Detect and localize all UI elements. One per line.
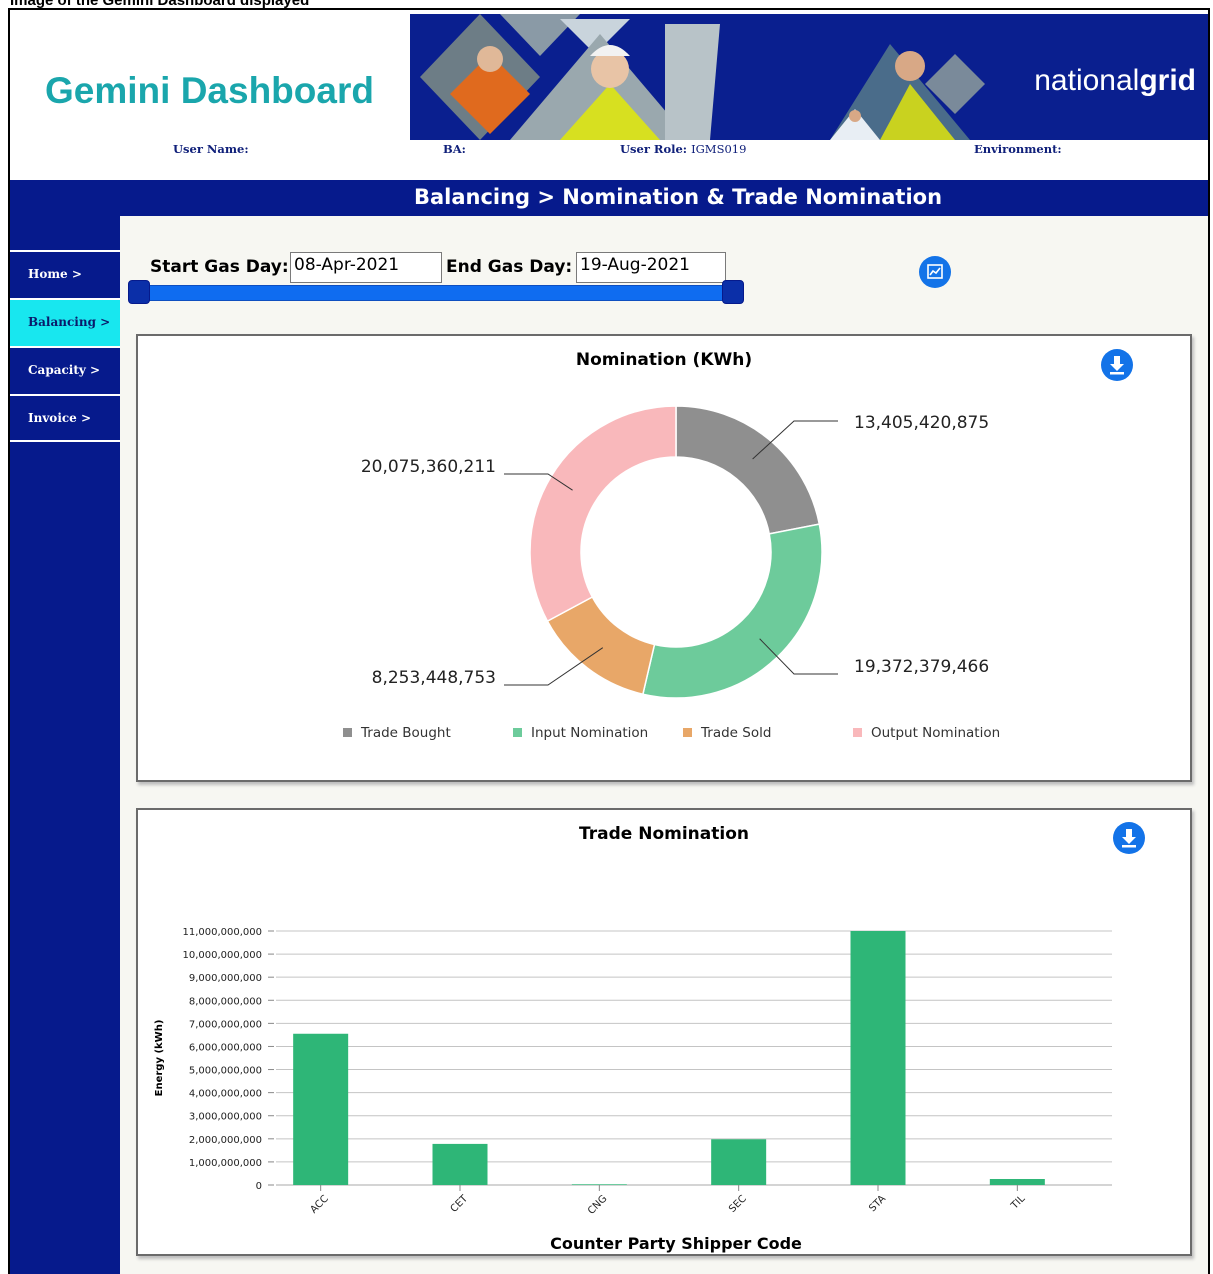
bar-cng xyxy=(571,1184,627,1185)
app-header: Gemini Dashboard nationalgrid User Name:… xyxy=(10,10,1208,178)
page-title: Balancing > Nomination & Trade Nominatio… xyxy=(413,185,943,209)
y-axis-title: Energy (kWh) xyxy=(154,1020,165,1097)
banner-photo-collage xyxy=(420,14,985,140)
bar-acc xyxy=(293,1033,349,1185)
ba-field: BA: xyxy=(443,142,466,156)
y-tick-label: 11,000,000,000 xyxy=(182,927,262,938)
sidebar-item-invoice[interactable]: Invoice > xyxy=(10,394,120,442)
page-heading-bar: Balancing > Nomination & Trade Nominatio… xyxy=(10,180,1208,216)
donut-slice-output-nomination xyxy=(529,405,677,623)
start-gas-day-input[interactable]: 08-Apr-2021 xyxy=(290,252,442,283)
bar-sta xyxy=(850,931,906,1185)
start-gas-day-label: Start Gas Day: xyxy=(150,257,289,277)
y-tick-label: 2,000,000,000 xyxy=(189,1135,262,1146)
x-tick-label-cet: CET xyxy=(449,1193,471,1215)
x-tick-label-sec: SEC xyxy=(727,1193,749,1215)
y-tick-label: 6,000,000,000 xyxy=(189,1042,262,1053)
dashboard-window: Gemini Dashboard nationalgrid User Name:… xyxy=(8,8,1210,1274)
y-tick-label: 7,000,000,000 xyxy=(189,1019,262,1030)
y-tick-label: 10,000,000,000 xyxy=(182,950,262,961)
app-title: Gemini Dashboard xyxy=(45,70,374,111)
legend-swatch xyxy=(513,728,522,737)
sidebar-item-capacity[interactable]: Capacity > xyxy=(10,346,120,394)
legend-label: Input Nomination xyxy=(531,725,648,741)
trade-nomination-chart-panel: Trade Nomination 0 1,000,000,000 2,000,000… xyxy=(136,808,1192,1256)
y-tick-label: 3,000,000,000 xyxy=(189,1112,262,1123)
x-tick-label-acc: ACC xyxy=(308,1193,330,1215)
y-tick-label: 5,000,000,000 xyxy=(189,1066,262,1077)
sidebar-item-balancing[interactable]: Balancing > xyxy=(10,298,120,346)
sidebar-nav: Home > Balancing > Capacity > Invoice > xyxy=(10,216,120,1274)
y-tick-label: 9,000,000,000 xyxy=(189,973,262,984)
end-gas-day-input[interactable]: 19-Aug-2021 xyxy=(576,252,726,283)
end-gas-day-label: End Gas Day: xyxy=(446,257,573,277)
data-label-trade-sold: 8,253,448,753 xyxy=(372,668,496,688)
data-label-trade-bought: 13,405,420,875 xyxy=(854,413,989,433)
x-axis-title: Counter Party Shipper Code xyxy=(550,1234,802,1253)
data-label-input-nomination: 19,372,379,466 xyxy=(854,657,989,677)
legend-item-output-nomination: Output Nomination xyxy=(853,725,1000,741)
slider-start-handle[interactable] xyxy=(128,280,150,304)
user-role-field: User Role: IGMS019 xyxy=(620,142,747,156)
main-content: Start Gas Day: 08-Apr-2021 End Gas Day: … xyxy=(120,216,1208,1274)
legend-item-input-nomination: Input Nomination xyxy=(513,725,648,741)
legend-item-trade-bought: Trade Bought xyxy=(343,725,451,741)
bar-til xyxy=(989,1178,1045,1185)
legend-label: Trade Sold xyxy=(700,725,771,741)
header-banner: nationalgrid xyxy=(410,14,1208,140)
trade-nomination-bar-chart: 0 1,000,000,000 2,000,000,000 3,000,000,000… xyxy=(154,927,1112,1253)
national-grid-logo: nationalgrid xyxy=(1034,64,1196,97)
nomination-chart-panel: Nomination (KWh) 13,405,420,875 19,372,37… xyxy=(136,334,1192,782)
x-tick-label-cng: CNG xyxy=(586,1193,609,1216)
legend-label: Trade Bought xyxy=(360,725,451,741)
bar-sec xyxy=(711,1139,767,1185)
legend-label: Output Nomination xyxy=(871,725,1000,741)
x-tick-label-sta: STA xyxy=(867,1193,888,1214)
legend-swatch xyxy=(683,728,692,737)
y-tick-label: 4,000,000,000 xyxy=(189,1089,262,1100)
y-tick-label: 8,000,000,000 xyxy=(189,996,262,1007)
x-tick-label-til: TIL xyxy=(1009,1193,1028,1212)
bar-cet xyxy=(432,1143,488,1185)
legend-swatch xyxy=(343,728,352,737)
legend-item-trade-sold: Trade Sold xyxy=(683,725,771,741)
y-tick-label: 0 xyxy=(256,1181,262,1192)
line-chart-icon[interactable] xyxy=(919,256,951,288)
environment-field: Environment: xyxy=(974,142,1062,156)
user-name-field: User Name: xyxy=(173,142,249,156)
nomination-donut-chart: 13,405,420,875 19,372,379,466 8,253,448,75… xyxy=(343,405,1000,741)
legend-swatch xyxy=(853,728,862,737)
slider-end-handle[interactable] xyxy=(722,280,744,304)
donut-slice-trade-bought xyxy=(675,405,821,535)
sidebar-item-home[interactable]: Home > xyxy=(10,250,120,298)
donut-slice-input-nomination xyxy=(641,523,823,699)
date-range-slider[interactable] xyxy=(136,285,743,301)
y-tick-label: 1,000,000,000 xyxy=(189,1158,262,1169)
data-label-output-nomination: 20,075,360,211 xyxy=(361,457,496,477)
user-role-value: IGMS019 xyxy=(691,142,747,156)
